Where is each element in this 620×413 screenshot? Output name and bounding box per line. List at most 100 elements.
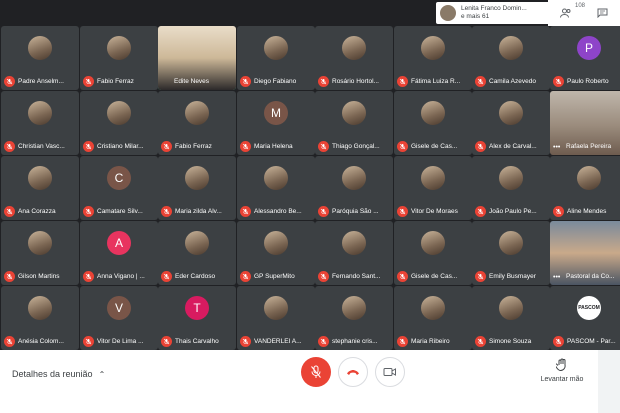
participant-avatar [499,36,523,60]
mic-muted-icon [161,271,172,282]
hang-up-button[interactable] [338,357,368,387]
participant-name: João Paulo Pe... [489,208,537,215]
participant-tile[interactable]: Aline Mendes [550,156,620,220]
participant-tile[interactable]: Christian Vasc... [1,91,79,155]
participant-tile[interactable]: V Vitor De Lima ... [80,286,158,350]
participant-name: Camatare Silv... [97,208,143,215]
participant-avatar [421,231,445,255]
participant-tile[interactable]: Padre Anselm... [1,26,79,90]
participant-avatar [185,231,209,255]
participant-name: Pastoral da Co... [566,273,615,280]
mic-muted-icon [161,206,172,217]
participant-tile[interactable]: Alex de Carval... [472,91,550,155]
mic-muted-icon [475,76,486,87]
participant-tile[interactable]: Paróquia São ... [315,156,393,220]
mic-muted-icon [83,76,94,87]
mic-muted-icon [4,206,15,217]
participant-tile[interactable]: Maria Ribeiro [394,286,472,350]
participant-tile[interactable]: Gilson Martins [1,221,79,285]
participant-name: Vitor De Lima ... [97,338,144,345]
participant-name: Eder Cardoso [175,273,216,280]
participant-tile[interactable]: GP SuperMito [237,221,315,285]
participant-tile[interactable]: ••• Pastoral da Co... [550,221,620,285]
participant-avatar [421,296,445,320]
participant-avatar [264,231,288,255]
participant-tile[interactable]: Simone Souza [472,286,550,350]
participant-avatar-letter: P [577,36,601,60]
participant-avatar [28,296,52,320]
participant-avatar [264,166,288,190]
camera-button[interactable] [375,357,405,387]
mic-muted-icon [161,141,172,152]
participant-avatar [499,231,523,255]
more-options-icon[interactable]: ••• [553,274,560,281]
chat-icon[interactable] [591,4,613,22]
participant-name: Vitor De Moraes [411,208,458,215]
participant-tile[interactable]: Maria zilda Alv... [158,156,236,220]
participant-name: Gilson Martins [18,273,60,280]
participant-tile[interactable]: Anésia Colom... [1,286,79,350]
participant-name: Anna Vigano | ... [97,273,145,280]
participant-tile[interactable]: Diego Fabiano [237,26,315,90]
participant-tile[interactable]: Vitor De Moraes [394,156,472,220]
participant-name: Rafaela Pereira [566,143,612,150]
participant-tile[interactable]: Eder Cardoso [158,221,236,285]
participant-name: Camila Azevedo [489,78,536,85]
presenter-chip[interactable]: Lenita Franco Domin... e mais 61 [436,2,548,24]
participant-tile[interactable]: Fátima Luiza R... [394,26,472,90]
raise-hand-button[interactable]: Levantar mão [536,358,588,383]
mic-muted-icon [161,336,172,347]
participant-name: Ana Corazza [18,208,56,215]
people-icon[interactable]: 108 [555,3,585,22]
participant-tile[interactable]: stephanie cris... [315,286,393,350]
participant-tile[interactable]: PASCOM PASCOM - Par... [550,286,620,350]
participant-avatar-letter: M [264,101,288,125]
mic-muted-icon [83,271,94,282]
participant-tile[interactable]: Edite Neves [158,26,236,90]
participant-tile[interactable]: ••• Rafaela Pereira [550,91,620,155]
participant-tile[interactable]: Fabio Ferraz [80,26,158,90]
participant-tile[interactable]: Rosário Hortol... [315,26,393,90]
mic-muted-icon [83,206,94,217]
participant-grid: Padre Anselm... Fabio Ferraz Edite Neves Di… [0,26,620,350]
presenter-avatar [440,5,456,21]
mic-muted-icon [4,271,15,282]
participant-name: stephanie cris... [332,338,378,345]
participant-name: Fátima Luiza R... [411,78,461,85]
participant-name: Fabio Ferraz [97,78,134,85]
participant-tile[interactable]: Fernando Sant... [315,221,393,285]
side-panel-strip [598,350,620,413]
meeting-details-button[interactable]: Detalhes da reunião ⌃ [12,369,105,379]
participant-avatar [342,101,366,125]
mic-off-button[interactable] [301,357,331,387]
participant-tile[interactable]: A Anna Vigano | ... [80,221,158,285]
participant-tile[interactable]: Fabio Ferraz [158,91,236,155]
participant-tile[interactable]: João Paulo Pe... [472,156,550,220]
participant-tile[interactable]: Alessandro Be... [237,156,315,220]
participant-tile[interactable]: Gisele de Cas... [394,221,472,285]
mic-muted-icon [397,336,408,347]
participant-tile[interactable]: Gisele de Cas... [394,91,472,155]
participant-avatar [28,36,52,60]
participant-tile[interactable]: Thiago Gonçal... [315,91,393,155]
participant-tile[interactable]: Cristiano Milar... [80,91,158,155]
participant-tile[interactable]: C Camatare Silv... [80,156,158,220]
participant-avatar-letter: V [107,296,131,320]
mic-muted-icon [318,76,329,87]
participant-avatar [342,166,366,190]
participant-tile[interactable]: Ana Corazza [1,156,79,220]
raise-hand-label: Levantar mão [540,376,584,383]
mic-muted-icon [397,206,408,217]
participant-avatar [499,166,523,190]
participant-tile[interactable]: P Paulo Roberto [550,26,620,90]
mic-muted-icon [240,271,251,282]
participant-avatar [342,231,366,255]
participant-tile[interactable]: Emily Busmayer [472,221,550,285]
participant-tile[interactable]: M Maria Helena [237,91,315,155]
participant-name: Gisele de Cas... [411,273,458,280]
participant-tile[interactable]: Camila Azevedo [472,26,550,90]
participant-name: Gisele de Cas... [411,143,458,150]
participant-tile[interactable]: T Thais Carvalho [158,286,236,350]
participant-tile[interactable]: VANDERLEI A... [237,286,315,350]
more-options-icon[interactable]: ••• [553,144,560,151]
